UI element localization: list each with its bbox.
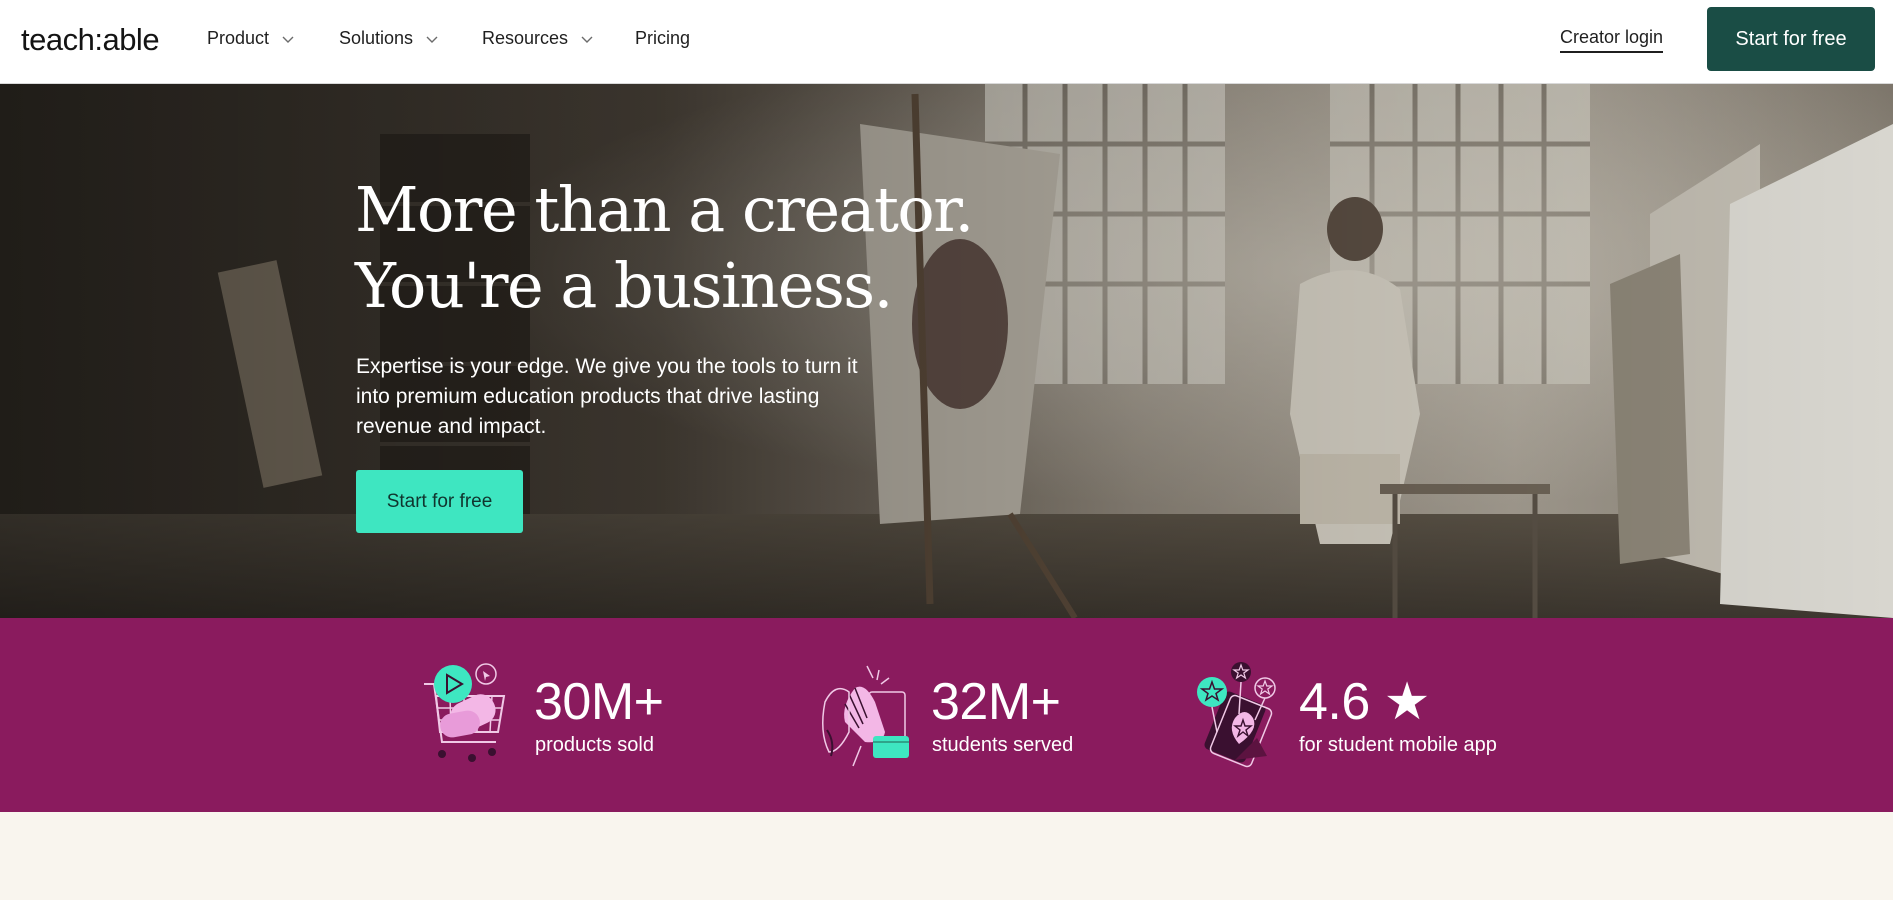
chevron-down-icon [581, 36, 593, 43]
stat-value-products: 30M+ [534, 673, 664, 731]
chevron-down-icon [426, 36, 438, 43]
top-navigation: teach:able Product Solutions Resources P… [0, 0, 1893, 84]
phone-stars-icon [1197, 662, 1276, 768]
nav-item-label: Pricing [635, 28, 691, 48]
stat-label-products: products sold [535, 734, 654, 756]
hero-title-line-2: You're a business. [355, 249, 893, 322]
hero-title: More than a creator. You're a business. [355, 172, 974, 324]
hero-start-for-free-button[interactable]: Start for free [356, 470, 523, 533]
nav-item-resources[interactable]: Resources [482, 28, 594, 49]
hero-section: More than a creator. You're a business. … [0, 84, 1893, 618]
stats-band: 30M+ products sold 32M+ students served [0, 618, 1893, 812]
nav-item-product[interactable]: Product [207, 28, 295, 49]
hero-title-line-1: More than a creator. [355, 173, 974, 246]
high-five-icon [822, 665, 909, 767]
next-section-background [0, 812, 1893, 900]
creator-login-link[interactable]: Creator login [1560, 27, 1664, 53]
nav-item-label: Solutions [339, 28, 414, 48]
stat-label-students: students served [932, 734, 1074, 756]
nav-item-solutions[interactable]: Solutions [339, 28, 439, 49]
shopping-cart-icon [424, 663, 506, 762]
start-for-free-button[interactable]: Start for free [1707, 7, 1875, 71]
stat-label-rating: for student mobile app [1299, 734, 1497, 756]
chevron-down-icon [282, 36, 294, 43]
nav-item-pricing[interactable]: Pricing [635, 28, 690, 49]
teachable-logo[interactable]: teach:able [21, 22, 160, 58]
stat-value-rating: 4.6 ★ [1299, 673, 1430, 731]
hero-subtitle: Expertise is your edge. We give you the … [356, 355, 858, 438]
nav-item-label: Product [207, 28, 270, 48]
hero-background-image [0, 84, 1893, 618]
stat-value-students: 32M+ [931, 673, 1061, 731]
nav-item-label: Resources [482, 28, 569, 48]
